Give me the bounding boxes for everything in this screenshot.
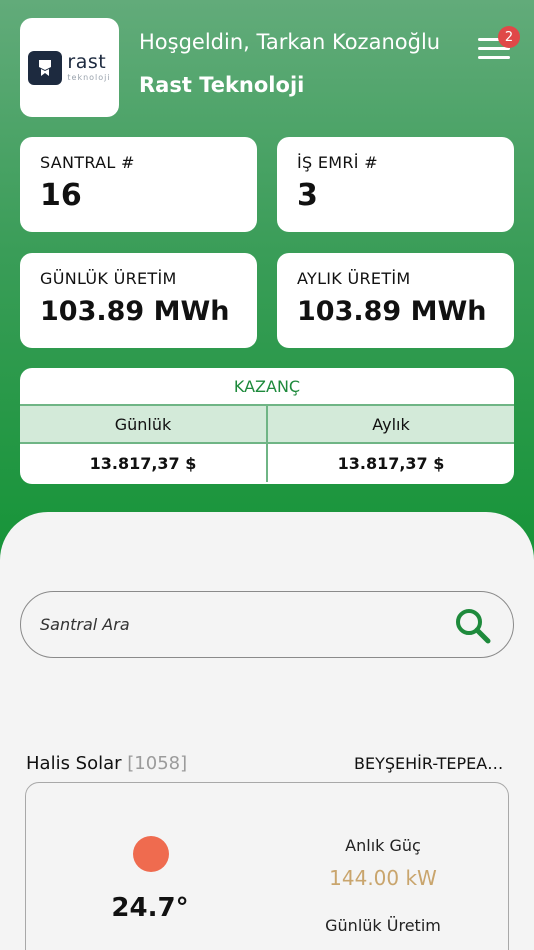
daily-production-metric-label: Günlük Üretim bbox=[325, 916, 441, 935]
plant-title[interactable]: Halis Solar [1058] bbox=[26, 753, 187, 774]
earnings-header-row: Günlük Aylık bbox=[20, 406, 514, 444]
plant-location: BEYŞEHİR-TEPEARASI bbox=[354, 754, 508, 773]
welcome-text: Hoşgeldin, Tarkan Kozanoğlu bbox=[139, 30, 441, 54]
earnings-col-daily: Günlük bbox=[20, 406, 268, 442]
daily-production-label: GÜNLÜK ÜRETİM bbox=[40, 269, 177, 288]
instant-power-value: 144.00 kW bbox=[329, 866, 437, 890]
work-order-card[interactable]: İŞ EMRİ # 3 bbox=[277, 137, 514, 232]
plant-search-input[interactable] bbox=[40, 615, 420, 634]
monthly-production-value: 103.89 MWh bbox=[297, 296, 487, 327]
company-name: Rast Teknoloji bbox=[139, 73, 305, 97]
logo-mark-icon bbox=[28, 50, 63, 85]
earnings-title: KAZANÇ bbox=[20, 368, 514, 406]
earnings-col-monthly: Aylık bbox=[372, 414, 410, 434]
sun-weather-icon bbox=[133, 836, 169, 872]
daily-production-value: 103.89 MWh bbox=[40, 296, 230, 327]
instant-power-label: Anlık Güç bbox=[345, 836, 421, 855]
santral-count-value: 16 bbox=[40, 178, 82, 213]
plant-search-bar[interactable] bbox=[20, 591, 514, 658]
logo-brand-text: rast bbox=[67, 51, 107, 73]
plant-name: Halis Solar bbox=[26, 753, 122, 774]
earnings-values-row: 13.817,37 $ 13.817,37 $ bbox=[20, 444, 514, 482]
work-order-value: 3 bbox=[297, 178, 318, 213]
daily-production-card[interactable]: GÜNLÜK ÜRETİM 103.89 MWh bbox=[20, 253, 257, 348]
search-icon[interactable] bbox=[453, 606, 493, 650]
earnings-daily-value: 13.817,37 $ bbox=[20, 444, 268, 482]
monthly-production-card[interactable]: AYLIK ÜRETİM 103.89 MWh bbox=[277, 253, 514, 348]
company-logo: rast teknoloji bbox=[20, 18, 119, 117]
plant-temperature: 24.7° bbox=[111, 893, 189, 923]
work-order-label: İŞ EMRİ # bbox=[297, 153, 378, 172]
santral-count-label: SANTRAL # bbox=[40, 153, 135, 172]
monthly-production-label: AYLIK ÜRETİM bbox=[297, 269, 411, 288]
plant-id: [1058] bbox=[127, 753, 188, 774]
earnings-monthly-value: 13.817,37 $ bbox=[337, 453, 445, 473]
logo-sub-text: teknoloji bbox=[67, 73, 111, 82]
earnings-table: KAZANÇ Günlük Aylık 13.817,37 $ 13.817,3… bbox=[20, 368, 514, 484]
santral-count-card[interactable]: SANTRAL # 16 bbox=[20, 137, 257, 232]
notification-badge[interactable]: 2 bbox=[498, 26, 520, 48]
